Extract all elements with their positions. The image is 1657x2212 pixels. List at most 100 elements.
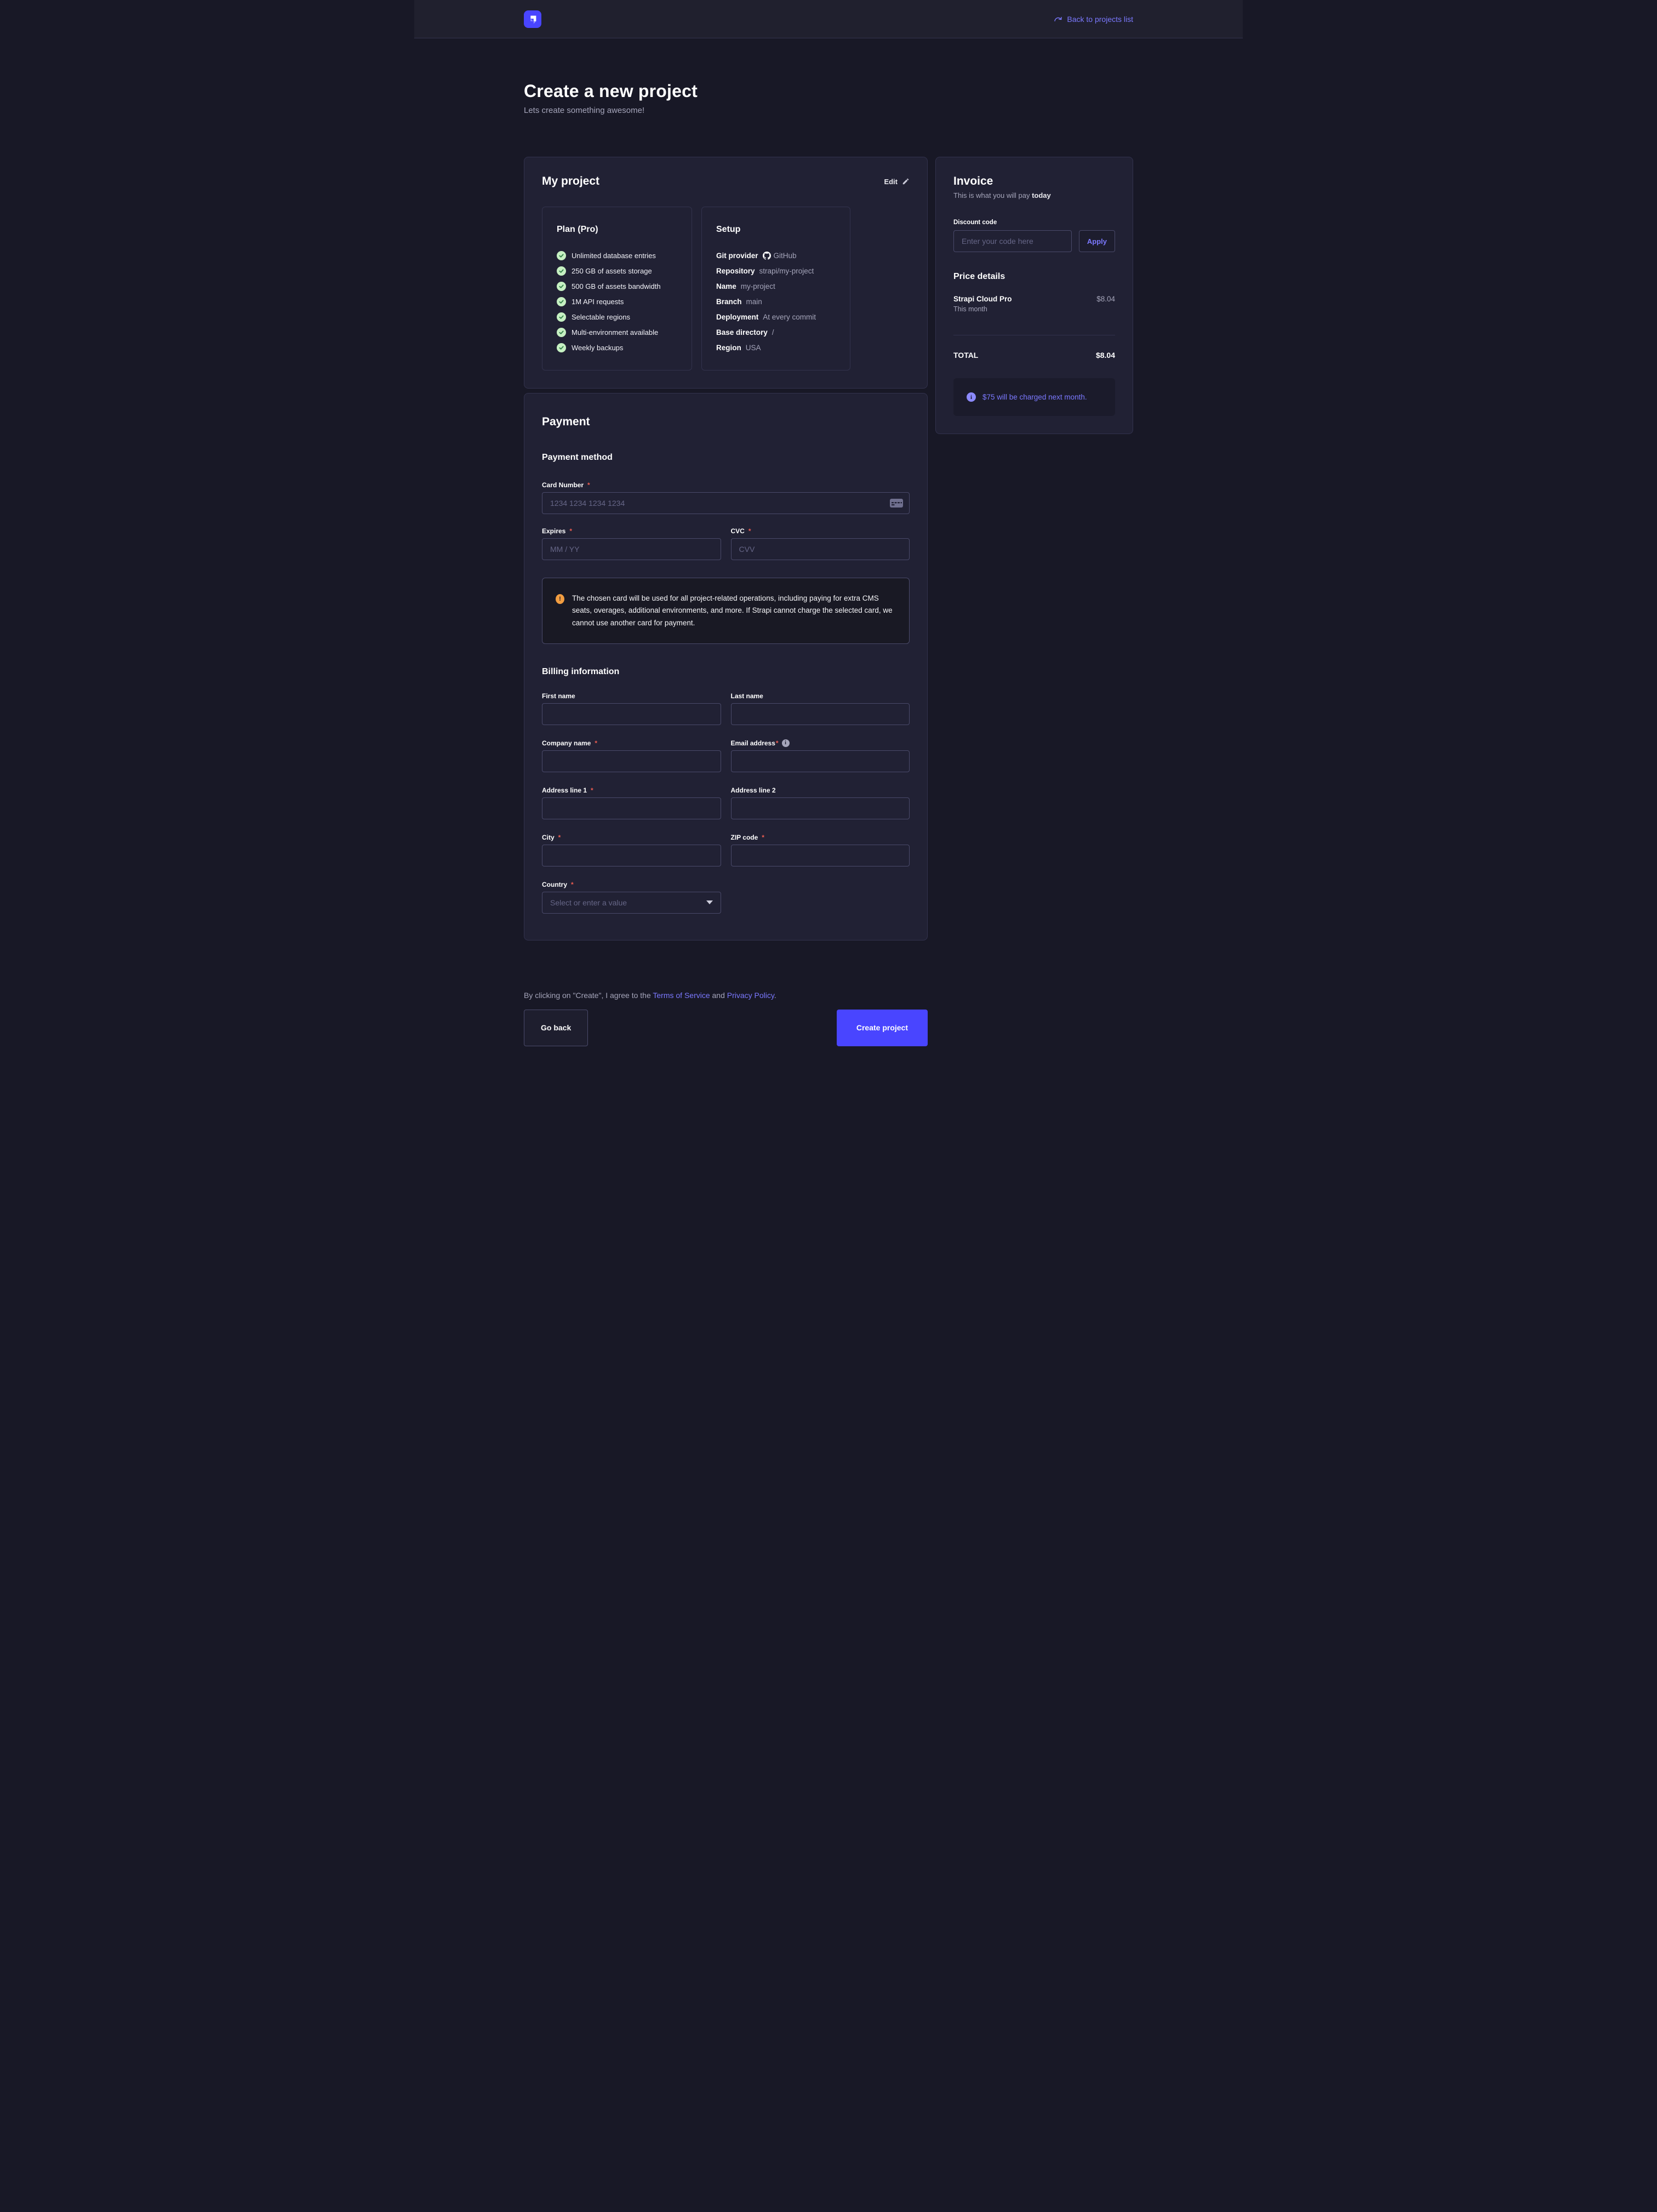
zip-label: ZIP code xyxy=(731,834,910,841)
chevron-down-icon xyxy=(706,900,713,904)
invoice-subtitle: This is what you will pay today xyxy=(953,191,1115,199)
address2-input[interactable] xyxy=(731,797,910,819)
edit-label: Edit xyxy=(884,178,898,186)
price-item-period: This month xyxy=(953,305,1115,313)
notice-text: $75 will be charged next month. xyxy=(982,393,1087,401)
terms-of-service-link[interactable]: Terms of Service xyxy=(653,991,710,1000)
zip-input[interactable] xyxy=(731,845,910,866)
price-line-item: Strapi Cloud Pro $8.04 xyxy=(953,295,1115,303)
email-label: Email address xyxy=(731,739,779,747)
setup-row-base-directory: Base directory/ xyxy=(716,328,837,337)
email-input[interactable] xyxy=(731,750,910,772)
total-amount: $8.04 xyxy=(1096,351,1115,360)
plan-feature: Weekly backups xyxy=(557,343,678,352)
plan-box: Plan (Pro) Unlimited database entries 25… xyxy=(542,207,692,370)
plan-feature: 1M API requests xyxy=(557,297,678,306)
city-field: City xyxy=(542,834,721,866)
credit-card-icon xyxy=(889,498,904,509)
payment-method-title: Payment method xyxy=(542,453,910,463)
payment-title: Payment xyxy=(542,415,910,429)
setup-row-repository: Repositorystrapi/my-project xyxy=(716,266,837,275)
first-name-input[interactable] xyxy=(542,703,721,725)
back-link-label: Back to projects list xyxy=(1067,15,1133,24)
invoice-card: Invoice This is what you will pay today … xyxy=(935,157,1133,434)
terms-agreement: By clicking on "Create", I agree to the … xyxy=(524,991,928,1000)
page-title: Create a new project xyxy=(524,81,1133,101)
address2-label: Address line 2 xyxy=(731,786,910,794)
expires-field: Expires xyxy=(542,527,721,560)
check-icon xyxy=(557,266,566,276)
setup-row-branch: Branchmain xyxy=(716,297,837,306)
strapi-mark-icon xyxy=(527,13,539,25)
next-month-notice: $75 will be charged next month. xyxy=(953,378,1115,416)
card-number-input[interactable] xyxy=(542,492,910,514)
zip-field: ZIP code xyxy=(731,834,910,866)
company-name-field: Company name xyxy=(542,739,721,772)
setup-box: Setup Git provider GitHub xyxy=(701,207,850,370)
project-card-title: My project xyxy=(542,175,599,188)
check-icon xyxy=(557,343,566,352)
plan-feature: Multi-environment available xyxy=(557,328,678,337)
price-item-amount: $8.04 xyxy=(1096,295,1115,303)
company-name-input[interactable] xyxy=(542,750,721,772)
setup-row-git-provider: Git provider GitHub xyxy=(716,251,837,260)
country-select[interactable]: Select or enter a value xyxy=(542,892,721,914)
pencil-icon xyxy=(902,178,910,185)
city-label: City xyxy=(542,834,721,841)
first-name-label: First name xyxy=(542,692,721,700)
check-icon xyxy=(557,312,566,322)
address1-field: Address line 1 xyxy=(542,786,721,819)
billing-title: Billing information xyxy=(542,667,910,677)
privacy-policy-link[interactable]: Privacy Policy xyxy=(727,991,774,1000)
go-back-button[interactable]: Go back xyxy=(524,1010,588,1046)
card-number-label: Card Number xyxy=(542,481,910,489)
plan-feature: Selectable regions xyxy=(557,312,678,322)
expires-label: Expires xyxy=(542,527,721,535)
cvc-field: CVC xyxy=(731,527,910,560)
plan-title: Plan (Pro) xyxy=(557,225,678,235)
total-label: TOTAL xyxy=(953,351,978,360)
create-project-button[interactable]: Create project xyxy=(837,1010,928,1046)
cvc-input[interactable] xyxy=(731,538,910,560)
github-icon xyxy=(763,252,771,260)
address1-label: Address line 1 xyxy=(542,786,721,794)
company-name-label: Company name xyxy=(542,739,721,747)
country-field: Country Select or enter a value xyxy=(542,881,721,914)
country-label: Country xyxy=(542,881,721,888)
plan-feature-list: Unlimited database entries 250 GB of ass… xyxy=(557,251,678,352)
top-bar: Back to projects list xyxy=(414,0,1243,38)
setup-row-region: RegionUSA xyxy=(716,343,837,352)
card-number-field: Card Number xyxy=(542,481,910,514)
price-details-title: Price details xyxy=(953,272,1115,282)
edit-project-button[interactable]: Edit xyxy=(884,178,910,186)
last-name-field: Last name xyxy=(731,692,910,725)
payment-card: Payment Payment method Card Number xyxy=(524,393,928,940)
address1-input[interactable] xyxy=(542,797,721,819)
setup-title: Setup xyxy=(716,225,837,235)
back-to-projects-link[interactable]: Back to projects list xyxy=(1053,14,1133,24)
country-placeholder: Select or enter a value xyxy=(550,898,627,907)
address2-field: Address line 2 xyxy=(731,786,910,819)
my-project-card: My project Edit Plan (Pro) Unlimited dat… xyxy=(524,157,928,389)
warning-icon xyxy=(556,594,564,604)
page-subtitle: Lets create something awesome! xyxy=(524,106,1133,115)
cvc-label: CVC xyxy=(731,527,910,535)
expires-input[interactable] xyxy=(542,538,721,560)
last-name-input[interactable] xyxy=(731,703,910,725)
discount-code-input[interactable] xyxy=(953,230,1072,252)
city-input[interactable] xyxy=(542,845,721,866)
email-field: Email address xyxy=(731,739,910,772)
email-info-icon[interactable] xyxy=(782,739,790,747)
plan-feature: Unlimited database entries xyxy=(557,251,678,260)
discount-code-label: Discount code xyxy=(953,219,1115,226)
check-icon xyxy=(557,251,566,260)
strapi-logo[interactable] xyxy=(524,10,541,28)
back-arrow-icon xyxy=(1053,14,1062,24)
check-icon xyxy=(557,297,566,306)
price-item-name: Strapi Cloud Pro xyxy=(953,295,1012,303)
plan-feature: 500 GB of assets bandwidth xyxy=(557,282,678,291)
setup-row-deployment: DeploymentAt every commit xyxy=(716,312,837,321)
apply-discount-button[interactable]: Apply xyxy=(1079,230,1115,252)
invoice-title: Invoice xyxy=(953,175,1115,188)
setup-row-name: Namemy-project xyxy=(716,282,837,290)
